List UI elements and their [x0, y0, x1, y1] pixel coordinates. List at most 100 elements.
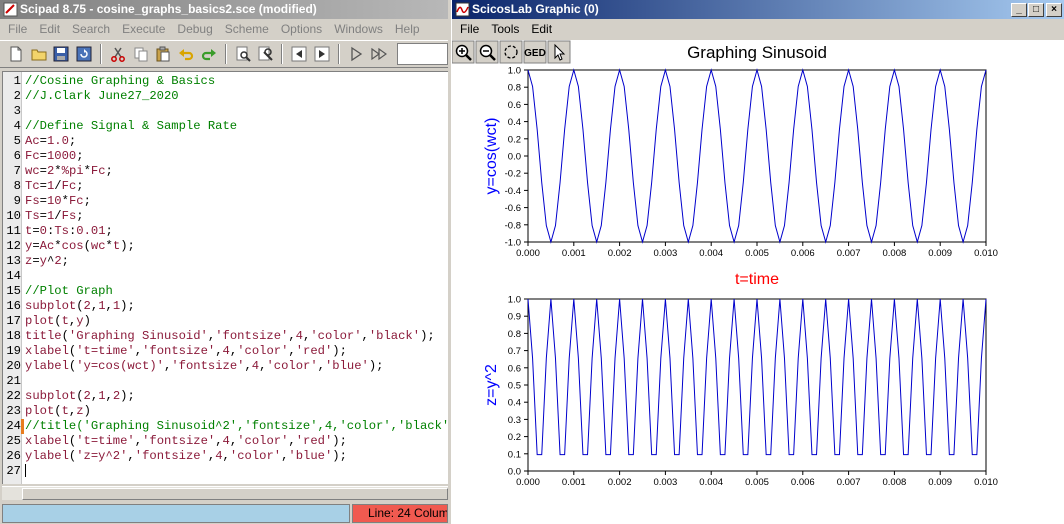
paste-icon[interactable]: [154, 43, 174, 65]
scipad-menu-scheme[interactable]: Scheme: [219, 20, 275, 39]
toolbar-separator: [337, 44, 340, 64]
ged-icon[interactable]: GED: [523, 40, 547, 64]
code-line[interactable]: 16 subplot(2,1,1);: [3, 299, 448, 314]
x-axis-label: t=time: [735, 271, 779, 288]
rotate-icon[interactable]: [499, 40, 523, 64]
code-editor[interactable]: 1 //Cosine Graphing & Basics 2 //J.Clark Ju…: [2, 71, 448, 484]
y-axis-label: y=cos(wct): [483, 118, 500, 195]
code-line[interactable]: 13 z=y^2;: [3, 254, 448, 269]
code-text: Fs=10*Fc;: [25, 194, 91, 208]
code-line[interactable]: 2 //J.Clark June27_2020: [3, 89, 448, 104]
scipad-menu-options[interactable]: Options: [275, 20, 328, 39]
cut-icon[interactable]: [108, 43, 128, 65]
code-line[interactable]: 20 ylabel('y=cos(wct)','fontsize',4,'colo…: [3, 359, 448, 374]
code-line[interactable]: 26 ylabel('z=y^2','fontsize',4,'color','b…: [3, 449, 448, 464]
pointer-icon[interactable]: [547, 40, 571, 64]
line-number: 3: [13, 104, 21, 118]
plot-canvas[interactable]: GED -1.0 -0.8 -0.6 -0.4 -0.2 0.0 0.2 0.4 0.6 0.8 1…: [452, 40, 1064, 524]
maximize-button[interactable]: □: [1028, 3, 1044, 17]
code-line[interactable]: 7 wc=2*%pi*Fc;: [3, 164, 448, 179]
line-number: 12: [6, 239, 21, 253]
close-button[interactable]: ×: [1046, 3, 1062, 17]
code-line[interactable]: 5 Ac=1.0;: [3, 134, 448, 149]
y-tick-label: 0.4: [508, 398, 521, 409]
new-file-icon[interactable]: [6, 43, 26, 65]
line-number: 16: [6, 299, 21, 313]
code-line[interactable]: 10 Ts=1/Fs;: [3, 209, 448, 224]
code-line[interactable]: 21: [3, 374, 448, 389]
y-tick-label: 0.6: [508, 363, 521, 374]
x-tick-label: 0.008: [883, 248, 907, 259]
graphic-menu-edit[interactable]: Edit: [525, 20, 558, 39]
graphic-titlebar[interactable]: ScicosLab Graphic (0) _ □ ×: [452, 0, 1064, 19]
minimize-button[interactable]: _: [1011, 3, 1027, 17]
scipad-menu-help[interactable]: Help: [389, 20, 426, 39]
code-line[interactable]: 14: [3, 269, 448, 284]
code-text: wc=2*%pi*Fc;: [25, 164, 113, 178]
zoom-in-icon[interactable]: [452, 40, 475, 64]
find-icon[interactable]: [233, 43, 253, 65]
replace-icon[interactable]: [256, 43, 276, 65]
scipad-titlebar[interactable]: Scipad 8.75 - cosine_graphs_basics2.sce …: [0, 0, 448, 19]
zoom-out-icon[interactable]: [475, 40, 499, 64]
scipad-menu-debug[interactable]: Debug: [171, 20, 218, 39]
code-line[interactable]: 15 //Plot Graph: [3, 284, 448, 299]
open-file-icon[interactable]: [29, 43, 49, 65]
scrollbar-thumb[interactable]: [22, 488, 448, 500]
line-number: 18: [6, 329, 21, 343]
code-line[interactable]: 8 Tc=1/Fc;: [3, 179, 448, 194]
line-number: 17: [6, 314, 21, 328]
code-line[interactable]: 11 t=0:Ts:0.01;: [3, 224, 448, 239]
graphic-menu-tools[interactable]: Tools: [485, 20, 525, 39]
undo-icon[interactable]: [176, 43, 196, 65]
scipad-menu-edit[interactable]: Edit: [33, 20, 66, 39]
save-icon[interactable]: [52, 43, 72, 65]
code-line[interactable]: 18 title('Graphing Sinusoid','fontsize',4…: [3, 329, 448, 344]
code-line[interactable]: 25 xlabel('t=time','fontsize',4,'color','…: [3, 434, 448, 449]
x-tick-label: 0.004: [699, 248, 723, 259]
graphic-menu-file[interactable]: File: [454, 20, 485, 39]
y-tick-label: 0.8: [508, 83, 521, 94]
y-tick-label: 1.0: [508, 295, 521, 306]
code-text: //Plot Graph: [25, 284, 113, 298]
code-line[interactable]: 3: [3, 104, 448, 119]
code-line[interactable]: 1 //Cosine Graphing & Basics: [3, 74, 448, 89]
y-tick-label: 0.5: [508, 381, 521, 392]
code-line[interactable]: 27: [3, 464, 448, 479]
code-line[interactable]: 17 plot(t,y): [3, 314, 448, 329]
reload-icon[interactable]: [74, 43, 94, 65]
scipad-menu-execute[interactable]: Execute: [116, 20, 171, 39]
x-tick-label: 0.007: [837, 248, 861, 259]
plot-frame: [527, 69, 987, 243]
next-buffer-icon[interactable]: [312, 43, 332, 65]
redo-icon[interactable]: [199, 43, 219, 65]
run-icon[interactable]: [346, 43, 366, 65]
line-number: 11: [6, 224, 21, 238]
run-to-end-icon[interactable]: [369, 43, 389, 65]
copy-icon[interactable]: [131, 43, 151, 65]
line-number: 19: [6, 344, 21, 358]
toolbar-input[interactable]: [397, 43, 448, 65]
code-line[interactable]: 19 xlabel('t=time','fontsize',4,'color','…: [3, 344, 448, 359]
code-line[interactable]: 6 Fc=1000;: [3, 149, 448, 164]
plot-frame: [527, 298, 987, 472]
prev-buffer-icon[interactable]: [289, 43, 309, 65]
scipad-menu-file[interactable]: File: [2, 20, 33, 39]
code-line[interactable]: 23 plot(t,z): [3, 404, 448, 419]
scipad-menubar: File Edit Search Execute Debug Scheme Options W…: [0, 19, 448, 40]
scipad-menu-windows[interactable]: Windows: [328, 20, 389, 39]
code-line[interactable]: 4 //Define Signal & Sample Rate: [3, 119, 448, 134]
y-tick-label: 0.8: [508, 329, 521, 340]
y-tick-label: 0.2: [508, 134, 521, 145]
x-tick-label: 0.001: [562, 248, 586, 259]
code-line[interactable]: 12 y=Ac*cos(wc*t);: [3, 239, 448, 254]
horizontal-scrollbar[interactable]: [2, 486, 448, 500]
code-line[interactable]: 22 subplot(2,1,2);: [3, 389, 448, 404]
status-bar: Line: 24 Column: [0, 502, 448, 524]
code-line[interactable]: 24 //title('Graphing Sinusoid^2','fontsiz…: [3, 419, 448, 434]
line-number: 22: [6, 389, 21, 403]
x-tick-label: 0.009: [928, 477, 952, 488]
code-line[interactable]: 9 Fs=10*Fc;: [3, 194, 448, 209]
scipad-menu-search[interactable]: Search: [66, 20, 116, 39]
line-number: 25: [6, 434, 21, 448]
